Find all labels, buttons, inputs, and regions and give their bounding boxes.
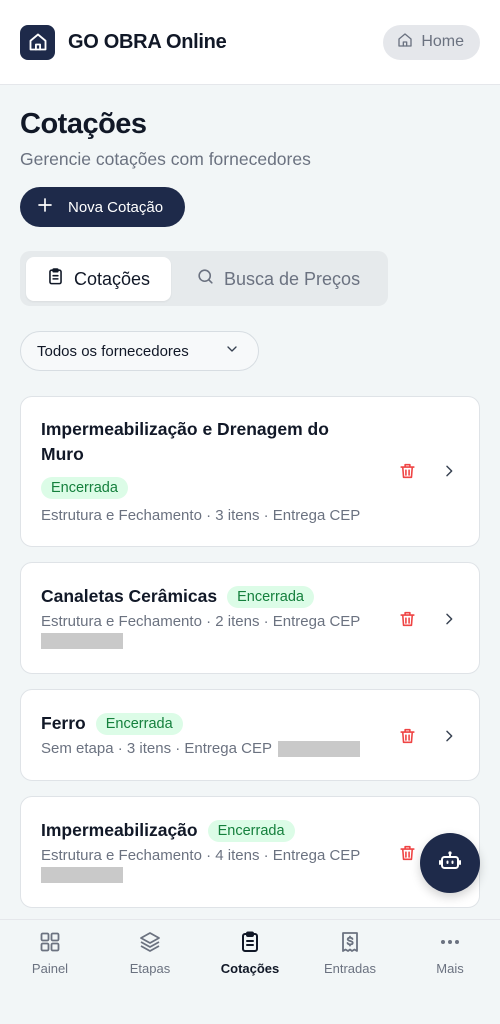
nav-label: Mais [436,961,464,976]
redacted-cep [277,740,360,757]
supplier-filter-select[interactable]: Todos os fornecedores [20,331,259,371]
nav-label: Painel [31,961,69,976]
tab-busca-precos[interactable]: Busca de Preços [196,257,360,301]
quote-meta: Estrutura e Fechamento · 2 itens · Entre… [41,613,361,630]
chevron-right-icon[interactable] [441,610,457,633]
quote-meta: Estrutura e Fechamento · 3 itens · Entre… [41,507,361,524]
status-badge: Encerrada [207,819,295,842]
quote-card[interactable]: Canaletas Cerâmicas Encerrada Estrutura … [20,562,480,674]
page-title: Cotações [20,108,147,140]
status-badge: Encerrada [41,477,128,499]
clipboard-icon [238,930,262,957]
quote-meta: Sem etapa · 3 itens · Entrega CEP [41,740,272,757]
chevron-down-icon [224,341,240,361]
quote-card[interactable]: Ferro Encerrada Sem etapa · 3 itens · En… [20,689,480,781]
trash-icon[interactable] [398,461,417,486]
chevron-right-icon[interactable] [441,727,457,750]
bot-icon [438,849,462,878]
nav-label: Entradas [323,961,377,976]
trash-icon[interactable] [398,726,417,751]
search-icon [196,267,215,291]
tab-label: Busca de Preços [224,268,361,289]
nav-item-cotacoes[interactable]: Cotações [200,930,300,976]
new-quote-button[interactable]: Nova Cotação [20,187,185,227]
quote-meta: Estrutura e Fechamento · 4 itens · Entre… [41,847,361,864]
quote-title: Impermeabilização e Drenagem do Muro [41,419,329,464]
nav-item-mais[interactable]: Mais [400,930,500,976]
more-dots-icon [438,930,462,957]
trash-icon[interactable] [398,609,417,634]
filter-selected-value: Todos os fornecedores [37,342,189,360]
tab-label: Cotações [74,268,151,289]
trash-icon[interactable] [398,843,417,868]
nav-item-painel[interactable]: Painel [0,930,100,976]
nav-label: Cotações [220,961,280,976]
brand: GO OBRA Online [20,24,227,60]
quote-title: Impermeabilização [41,820,198,840]
app-header: GO OBRA Online Home [0,0,500,85]
assistant-fab-button[interactable] [420,833,480,893]
new-quote-label: Nova Cotação [68,198,164,216]
home-logo-icon [20,24,55,60]
tab-cotacoes[interactable]: Cotações [26,257,171,301]
nav-item-etapas[interactable]: Etapas [100,930,200,976]
tabs: Cotações Busca de Preços [20,251,388,306]
clipboard-icon [46,267,65,291]
chevron-right-icon[interactable] [441,462,457,485]
home-button[interactable]: Home [383,24,480,60]
quote-title: Canaletas Cerâmicas [41,586,218,606]
plus-icon [36,196,54,218]
status-badge: Encerrada [227,585,314,608]
redacted-cep [41,632,123,649]
home-icon [397,32,413,53]
nav-label: Etapas [129,961,171,976]
quote-card[interactable]: Impermeabilização e Drenagem do Muro Enc… [20,396,480,547]
home-button-label: Home [421,33,464,50]
status-badge: Encerrada [95,712,183,735]
layers-icon [138,930,162,957]
receipt-icon [338,930,362,957]
redacted-cep [41,866,123,883]
grid-icon [38,930,62,957]
app-name: GO OBRA Online [68,30,227,53]
bottom-nav: Painel Etapas Cotações Entradas Mais [0,919,500,1024]
nav-item-entradas[interactable]: Entradas [300,930,400,976]
quote-card[interactable]: Impermeabilização Encerrada Estrutura e … [20,796,480,908]
page-subtitle: Gerencie cotações com fornecedores [20,149,311,169]
quote-title: Ferro [41,713,86,733]
